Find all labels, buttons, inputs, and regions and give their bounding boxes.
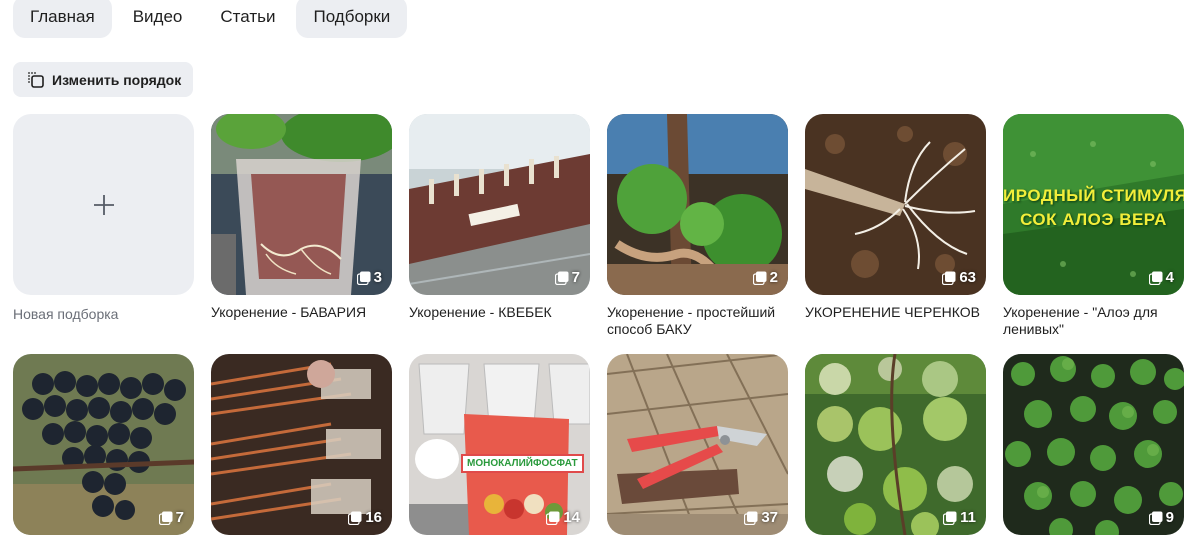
green-grapes-image <box>805 354 986 535</box>
collection-thumbnail[interactable]: 9 <box>1003 354 1184 535</box>
item-count-badge: 14 <box>546 509 580 526</box>
stack-icon <box>546 511 560 525</box>
stack-icon <box>554 271 569 285</box>
collection-thumbnail[interactable]: 11 <box>805 354 986 535</box>
collection-title[interactable]: Укоренение - КВЕБЕК <box>409 304 590 321</box>
collection-card[interactable]: 16 <box>211 354 392 535</box>
section-tabs: Главная Видео Статьи Подборки <box>13 0 408 38</box>
stack-icon <box>1148 511 1163 525</box>
rooted-cutting-image <box>805 114 986 295</box>
collection-card[interactable]: 63 УКОРЕНЕНИЕ ЧЕРЕНКОВ <box>805 114 986 321</box>
reorder-button[interactable]: Изменить порядок <box>13 62 194 97</box>
collection-thumbnail[interactable]: 37 <box>607 354 788 535</box>
collection-card[interactable]: МОНОКАЛИЙФОСФАТ 14 <box>409 354 590 535</box>
tab-articles[interactable]: Статьи <box>203 0 292 38</box>
tab-main[interactable]: Главная <box>13 0 112 38</box>
cutting-bundles-image <box>211 354 392 535</box>
new-collection-button[interactable] <box>13 114 194 295</box>
collection-card[interactable]: 7 Укоренение - КВЕБЕК <box>409 114 590 321</box>
item-count-badge: 63 <box>942 269 976 286</box>
stack-icon <box>348 511 362 525</box>
stack-icon <box>1148 271 1163 285</box>
stack-icon <box>752 271 767 285</box>
reorder-label: Изменить порядок <box>52 71 182 88</box>
collection-thumbnail[interactable]: 3 <box>211 114 392 295</box>
collection-card[interactable]: 2 Укоренение - простейший способ БАКУ <box>607 114 788 338</box>
collection-thumbnail[interactable]: 2 <box>607 114 788 295</box>
tab-collections[interactable]: Подборки <box>296 0 408 38</box>
collection-thumbnail[interactable]: 7 <box>409 114 590 295</box>
tab-video[interactable]: Видео <box>116 0 200 38</box>
pruning-shears-image <box>607 354 788 535</box>
reorder-icon <box>27 71 45 89</box>
stack-icon <box>158 511 173 525</box>
grape-sprout-image <box>607 114 788 295</box>
new-collection-label: Новая подборка <box>13 306 119 322</box>
item-count-badge: 37 <box>744 509 778 526</box>
seedlings-tray-image <box>1003 354 1184 535</box>
item-count-badge: 11 <box>943 509 976 526</box>
item-count-badge: 3 <box>356 269 382 286</box>
collection-thumbnail[interactable]: МОНОКАЛИЙФОСФАТ 14 <box>409 354 590 535</box>
collection-card[interactable]: 37 <box>607 354 788 535</box>
collection-card[interactable]: ИРОДНЫЙ СТИМУЛЯ СОК АЛОЭ ВЕРА 4 Укоренен… <box>1003 114 1184 338</box>
item-count-badge: 7 <box>554 269 580 286</box>
collection-card[interactable]: 7 <box>13 354 194 535</box>
item-count-badge: 9 <box>1148 509 1174 526</box>
new-collection-card[interactable]: Новая подборка <box>13 114 194 323</box>
collection-title[interactable]: Укоренение - простейший способ БАКУ <box>607 304 788 338</box>
cuttings-in-boxes-image <box>409 114 590 295</box>
collection-thumbnail[interactable]: 7 <box>13 354 194 535</box>
stack-icon <box>942 271 956 285</box>
collection-card[interactable]: 3 Укоренение - БАВАРИЯ <box>211 114 392 321</box>
stack-icon <box>744 511 758 525</box>
item-count-badge: 2 <box>752 269 778 286</box>
fertilizer-package-image <box>409 354 590 535</box>
collection-card[interactable]: 11 <box>805 354 986 535</box>
cutting-in-cup-image <box>211 114 392 295</box>
collection-thumbnail[interactable]: ИРОДНЫЙ СТИМУЛЯ СОК АЛОЭ ВЕРА 4 <box>1003 114 1184 295</box>
collection-title[interactable]: УКОРЕНЕНИЕ ЧЕРЕНКОВ <box>805 304 986 321</box>
collection-thumbnail[interactable]: 63 <box>805 114 986 295</box>
collection-title[interactable]: Укоренение - БАВАРИЯ <box>211 304 392 321</box>
plus-icon <box>93 188 115 222</box>
product-label: МОНОКАЛИЙФОСФАТ <box>461 454 584 473</box>
stack-icon <box>356 271 371 285</box>
image-overlay-text: ИРОДНЫЙ СТИМУЛЯ <box>1003 186 1184 205</box>
item-count-badge: 16 <box>348 509 382 526</box>
image-overlay-text: СОК АЛОЭ ВЕРА <box>1020 210 1167 229</box>
item-count-badge: 7 <box>158 509 184 526</box>
stack-icon <box>943 511 957 525</box>
collection-title[interactable]: Укоренение - "Алоэ для ленивых" <box>1003 304 1184 338</box>
item-count-badge: 4 <box>1148 269 1174 286</box>
collection-thumbnail[interactable]: 16 <box>211 354 392 535</box>
collection-card[interactable]: 9 <box>1003 354 1184 535</box>
dark-grapes-image <box>13 354 194 535</box>
